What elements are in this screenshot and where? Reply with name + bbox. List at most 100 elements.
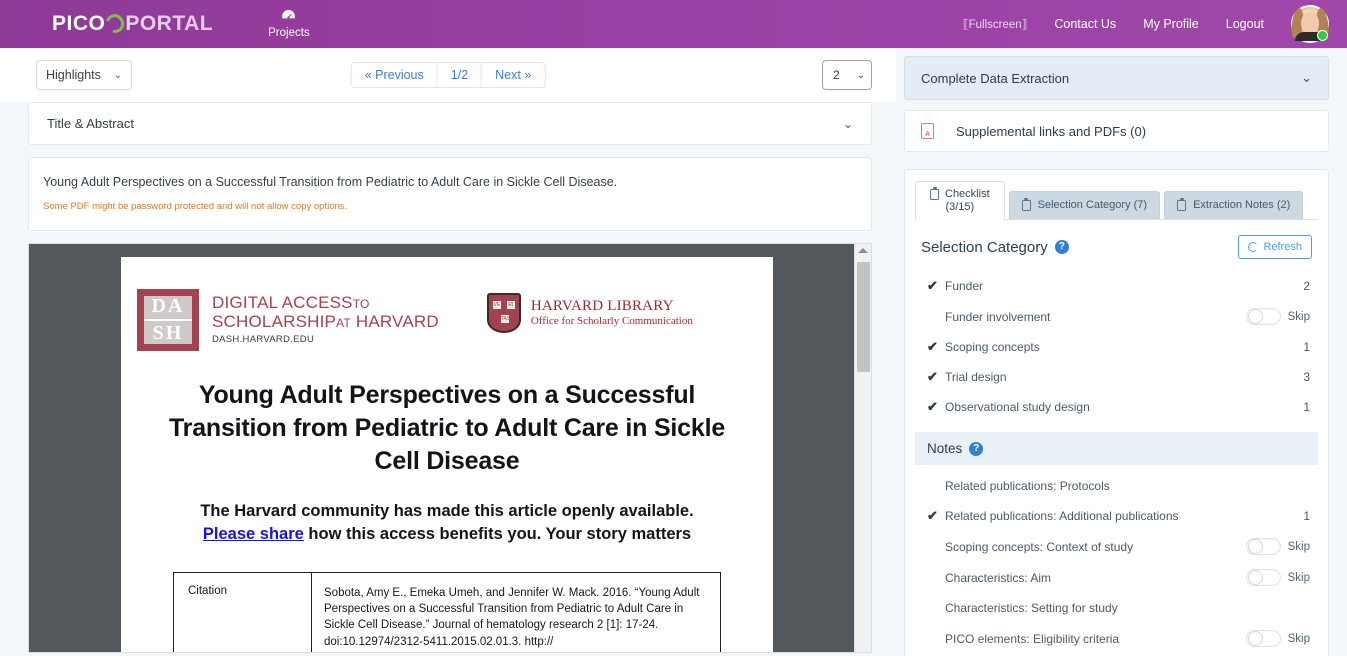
checklist-item[interactable]: Funder involvement Skip (915, 301, 1318, 332)
title-abstract-header[interactable]: Title & Abstract ⌄ (29, 103, 871, 144)
notes-item-label: PICO elements: Eligibility criteria (945, 631, 1120, 646)
notes-section-header: Notes ? (915, 432, 1318, 465)
complete-data-extraction-label: Complete Data Extraction (921, 70, 1070, 86)
gauge-icon (282, 9, 296, 19)
nav-item-projects[interactable]: Projects (268, 7, 310, 41)
checklist-item-count: 3 (1303, 370, 1310, 384)
checklist-item[interactable]: ✔ Scoping concepts 1 (915, 332, 1318, 362)
pdf-note-after: how this access benefits you. Your story… (303, 524, 692, 543)
tab-extraction-notes-label: Extraction Notes (2) (1193, 199, 1291, 211)
chevron-down-icon: ⌄ (113, 69, 122, 81)
checklist-item[interactable]: ✔ Trial design 3 (915, 362, 1318, 392)
title-abstract-panel: Title & Abstract ⌄ (28, 102, 872, 145)
title-abstract-label: Title & Abstract (47, 116, 134, 131)
checklist-item-label: Trial design (945, 370, 1007, 384)
skip-label: Skip (1287, 571, 1310, 584)
check-icon: ✔ (927, 399, 938, 414)
logout-link[interactable]: Logout (1226, 17, 1264, 31)
skip-toggle[interactable] (1245, 308, 1281, 325)
pdf-document-title: Young Adult Perspectives on a Successful… (168, 380, 726, 475)
highlights-select-value: Highlights (46, 68, 101, 82)
scroll-up-arrow-icon[interactable] (858, 247, 868, 253)
chevron-down-icon[interactable]: ⌄ (843, 117, 853, 131)
contact-us-link[interactable]: Contact Us (1054, 17, 1116, 31)
tab-checklist-label: Checklist (945, 188, 990, 200)
selection-category-header: Selection Category ? Refresh (915, 220, 1318, 271)
pdf-scrollbar[interactable] (854, 243, 871, 652)
logo-text-pico: PICO (52, 12, 106, 35)
checklist-item-count: 2 (1303, 279, 1310, 293)
checklist-item-label: Funder involvement (945, 309, 1051, 324)
notes-item[interactable]: Characteristics: Aim Skip (915, 562, 1318, 593)
checklist-item-count: 1 (1303, 340, 1310, 354)
question-mark-icon[interactable]: ? (969, 441, 984, 456)
question-mark-icon[interactable]: ? (1054, 240, 1069, 254)
citation-label: Citation (174, 572, 312, 652)
pdf-file-icon: A (921, 123, 934, 139)
tab-selection-category[interactable]: Selection Category (7) (1008, 191, 1161, 219)
app-header: PICO PORTAL Projects ⟦Fullscreen⟧ Contac… (0, 0, 1347, 48)
check-icon: ✔ (927, 278, 938, 293)
check-icon: ✔ (927, 339, 938, 354)
notes-item-label: Characteristics: Aim (945, 570, 1052, 585)
extraction-tabs: Checklist (3/15) Selection Category (7) … (915, 180, 1318, 220)
notes-item[interactable]: Related publications: Protocols (915, 471, 1318, 501)
abstract-warning-text: Some PDF might be password protected and… (43, 200, 348, 212)
tab-extraction-notes[interactable]: Extraction Notes (2) (1164, 191, 1304, 219)
checklist-item-label: Scoping concepts (945, 340, 1040, 354)
logo[interactable]: PICO PORTAL (52, 10, 213, 37)
skip-toggle[interactable] (1245, 569, 1281, 586)
harvard-subtitle: Office for Scholarly Communication (530, 315, 693, 327)
extraction-pane: Complete Data Extraction ⌄ A Supplementa… (896, 48, 1347, 656)
supplemental-links-row[interactable]: A Supplemental links and PDFs (0) (904, 110, 1329, 152)
selection-category-title: Selection Category (921, 238, 1048, 256)
checklist-item-label: Observational study design (945, 400, 1090, 414)
check-icon: ✔ (927, 508, 938, 523)
dash-line1-small: TO (352, 297, 370, 312)
complete-data-extraction-header[interactable]: Complete Data Extraction ⌄ (904, 56, 1329, 100)
notes-item[interactable]: PICO elements: Eligibility criteria Skip (915, 623, 1318, 654)
nav-item-projects-label: Projects (268, 27, 310, 40)
pagination: « Previous 1/2 Next » (350, 62, 546, 88)
checklist-list: ✔ Funder 2 Funder involvement Skip ✔ Sco… (915, 271, 1318, 422)
highlights-select[interactable]: Highlights ⌄ (36, 60, 132, 90)
checklist-item[interactable]: ✔ Observational study design 1 (915, 392, 1318, 422)
skip-toggle[interactable] (1245, 538, 1281, 555)
notes-list: Related publications: Protocols ✔ Relate… (915, 471, 1318, 656)
page-indicator: 1/2 (437, 63, 483, 87)
checklist-item[interactable]: ✔ Funder 2 (915, 271, 1318, 301)
refresh-button-label: Refresh (1263, 241, 1302, 253)
notes-item[interactable]: ✔ Related publications: Additional publi… (915, 501, 1318, 531)
dash-mark-bottom: SH (144, 318, 192, 345)
pdf-page: DA SH DIGITAL ACCESSTO SCHOLARSHIPAT HAR… (121, 256, 773, 652)
notes-item[interactable]: Scoping concepts: Context of study Skip (915, 531, 1318, 562)
zoom-select[interactable]: 2 ⌄ (822, 60, 872, 90)
abstract-panel: Young Adult Perspectives on a Successful… (28, 157, 872, 231)
previous-page-button[interactable]: « Previous (351, 63, 438, 87)
zoom-select-value: 2 (833, 68, 840, 82)
chevron-down-icon[interactable]: ⌄ (1301, 70, 1312, 86)
document-toolbar: Highlights ⌄ « Previous 1/2 Next » 2 ⌄ (0, 48, 896, 102)
avatar[interactable] (1289, 5, 1331, 43)
dash-mark-top: DA (151, 294, 185, 317)
dash-line2-tail: HARVARD (355, 312, 439, 332)
pdf-note-before: The Harvard community has made this arti… (200, 501, 694, 520)
dash-wordmark: DIGITAL ACCESSTO SCHOLARSHIPAT HARVARD D… (212, 293, 439, 346)
notes-item-label: Characteristics: Setting for study (945, 601, 1118, 615)
checklist-item-label: Funder (945, 279, 984, 293)
skip-toggle[interactable] (1245, 630, 1281, 647)
pdf-viewer[interactable]: DA SH DIGITAL ACCESSTO SCHOLARSHIPAT HAR… (28, 242, 872, 653)
tab-checklist[interactable]: Checklist (3/15) (915, 181, 1005, 220)
my-profile-link[interactable]: My Profile (1143, 17, 1199, 31)
harvard-shield-icon: VE RI TAS (486, 292, 521, 333)
refresh-button[interactable]: Refresh (1238, 235, 1312, 259)
notes-item[interactable]: Characteristics: Setting for study (915, 593, 1318, 623)
next-page-button[interactable]: Next » (482, 63, 545, 87)
please-share-link[interactable]: Please share (203, 525, 304, 543)
online-status-indicator (1317, 30, 1328, 41)
notes-item-count: 1 (1303, 509, 1310, 523)
scrollbar-thumb[interactable] (857, 261, 870, 372)
abstract-title-text: Young Adult Perspectives on a Successful… (43, 175, 618, 189)
fullscreen-link[interactable]: ⟦Fullscreen⟧ (963, 17, 1027, 31)
header-links: ⟦Fullscreen⟧ Contact Us My Profile Logou… (963, 5, 1337, 43)
